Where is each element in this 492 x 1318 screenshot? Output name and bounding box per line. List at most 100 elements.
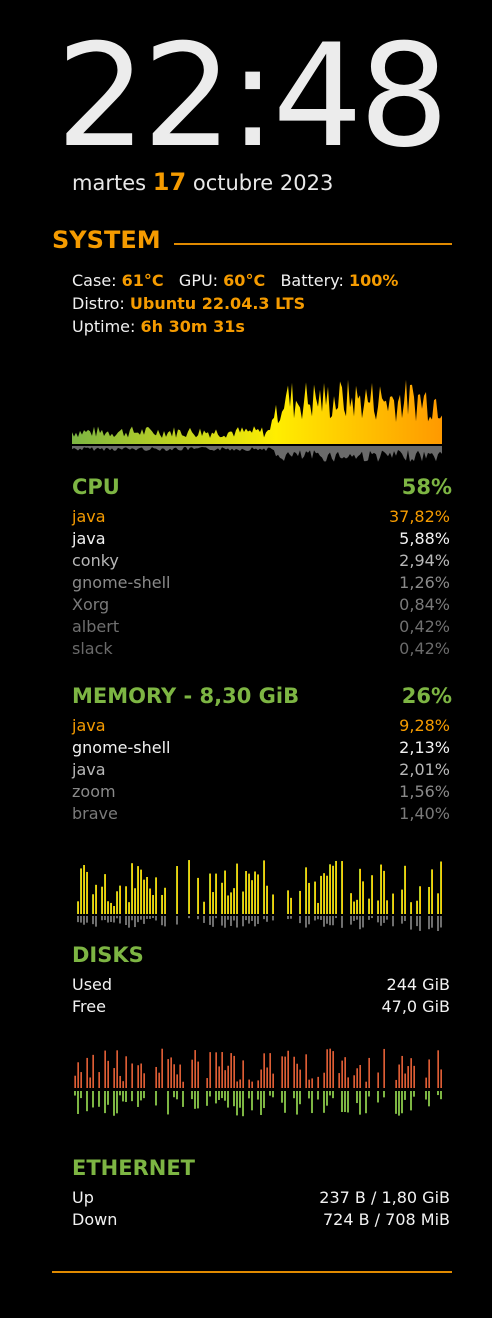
memory-graph-shadow-bar (95, 916, 97, 927)
disk-io-graph (74, 1048, 442, 1117)
disk-read-bar (317, 1076, 319, 1088)
disk-read-bar (407, 1066, 409, 1088)
cpu-graph-shadow (72, 446, 442, 462)
memory-graph-bar (107, 901, 109, 914)
memory-graph-shadow-bar (233, 916, 235, 921)
disk-read-bar (233, 1055, 235, 1088)
memory-graph-shadow-bar (416, 916, 418, 927)
process-value: 1,26% (399, 573, 450, 592)
disk-read-bar (104, 1050, 106, 1088)
list-item: gnome-shell 1,26% (72, 572, 450, 594)
memory-graph-shadow-bar (113, 916, 115, 923)
disk-read-bar (263, 1053, 265, 1088)
memory-graph-bar (257, 874, 259, 914)
memory-process-list: java 9,28% gnome-shell 2,13% java 2,01% zoo… (72, 715, 450, 825)
memory-graph-bar (287, 890, 289, 914)
memory-percent: 26% (401, 684, 452, 708)
disk-write-bar (311, 1091, 313, 1114)
memory-graph-bar (266, 885, 268, 914)
disk-free-value: 47,0 GiB (381, 997, 450, 1016)
disk-read-bar (395, 1079, 397, 1088)
disk-read-bar (113, 1068, 115, 1088)
memory-graph-shadow-bar (242, 916, 244, 927)
disk-write-bar (104, 1091, 106, 1114)
disk-write-bar (365, 1091, 367, 1114)
memory-graph-bar (212, 892, 214, 914)
memory-graph-shadow-bar (86, 916, 88, 923)
list-item: Up 237 B / 1,80 GiB (72, 1187, 450, 1209)
memory-graph-bar (176, 866, 178, 914)
memory-graph-shadow-bar (410, 916, 412, 930)
memory-graph-shadow-bar (80, 916, 82, 923)
process-value: 1,40% (399, 804, 450, 823)
system-temps-line: Case: 61°C GPU: 60°C Battery: 100% (72, 269, 398, 292)
memory-graph-shadow-bar (164, 916, 166, 927)
disk-write-bar (233, 1091, 235, 1107)
disk-read-bar (242, 1060, 244, 1088)
disk-read-bar (425, 1077, 427, 1088)
disk-read-bar (266, 1067, 268, 1088)
disk-write-bar (191, 1091, 193, 1100)
ethernet-list: Up 237 B / 1,80 GiB Down 724 B / 708 MiB (72, 1187, 450, 1231)
process-value: 0,84% (399, 595, 450, 614)
disk-read-bar (215, 1052, 217, 1088)
disk-write-bar (281, 1091, 283, 1103)
memory-graph-bar (197, 877, 199, 914)
disk-read-bar (248, 1079, 250, 1088)
disk-write-bar (218, 1091, 220, 1100)
process-name: java (72, 507, 106, 526)
gpu-value: 60°C (223, 271, 266, 290)
memory-graph-bar (83, 865, 85, 914)
disk-write-bar (77, 1091, 79, 1114)
memory-graph-shadow-bar (272, 916, 274, 921)
battery-label: Battery: (280, 271, 344, 290)
memory-graph-shadow-bar (128, 916, 130, 928)
list-item: Used 244 GiB (72, 974, 450, 996)
disk-read-bar (329, 1048, 331, 1088)
disk-read-bar (428, 1059, 430, 1088)
disk-read-bar (440, 1069, 442, 1088)
disk-write-bar (221, 1091, 223, 1099)
memory-graph-bar (230, 892, 232, 914)
memory-graph-bar (113, 905, 115, 914)
disk-write-bar (251, 1091, 253, 1111)
disk-read-bar (107, 1060, 109, 1088)
disk-read-bar (182, 1081, 184, 1088)
memory-graph-bar (86, 871, 88, 914)
system-title: SYSTEM (52, 226, 161, 254)
memory-graph-bar (128, 902, 130, 914)
disk-write-bar (344, 1091, 346, 1113)
memory-graph-bar (416, 900, 418, 914)
ethernet-up-value: 237 B / 1,80 GiB (319, 1188, 450, 1207)
memory-graph-shadow-bar (308, 916, 310, 925)
memory-graph-shadow-bar (251, 916, 253, 921)
memory-graph-shadow-bar (224, 916, 226, 928)
disk-write-bar (122, 1091, 124, 1102)
cpu-process-list: java 37,82% java 5,88% conky 2,94% gnome-sh… (72, 506, 450, 660)
disk-write-bar (323, 1091, 325, 1113)
memory-graph-shadow-bar (83, 916, 85, 925)
memory-graph-bar (209, 873, 211, 914)
memory-graph-shadow-bar (209, 916, 211, 925)
memory-graph-bar (353, 901, 355, 914)
list-item: conky 2,94% (72, 550, 450, 572)
disk-read-bar (344, 1057, 346, 1088)
disk-read-bar (410, 1058, 412, 1088)
disk-write-bar (293, 1091, 295, 1099)
disk-read-bar (173, 1064, 175, 1088)
cpu-usage-graph (72, 379, 442, 462)
memory-graph-shadow-bar (305, 916, 307, 928)
disk-read-bar (308, 1079, 310, 1088)
memory-graph-bar (152, 895, 154, 914)
disk-read-bar (359, 1064, 361, 1088)
list-item: zoom 1,56% (72, 781, 450, 803)
disk-write-bar (74, 1091, 76, 1096)
memory-graph-bar (431, 869, 433, 914)
disk-write-bar (272, 1091, 274, 1098)
disk-read-bar (80, 1072, 82, 1088)
memory-graph-shadow-bar (368, 916, 370, 920)
memory-graph-shadow-bar (266, 916, 268, 922)
disk-read-bar (413, 1065, 415, 1088)
process-value: 2,94% (399, 551, 450, 570)
system-title-rule (174, 243, 452, 245)
